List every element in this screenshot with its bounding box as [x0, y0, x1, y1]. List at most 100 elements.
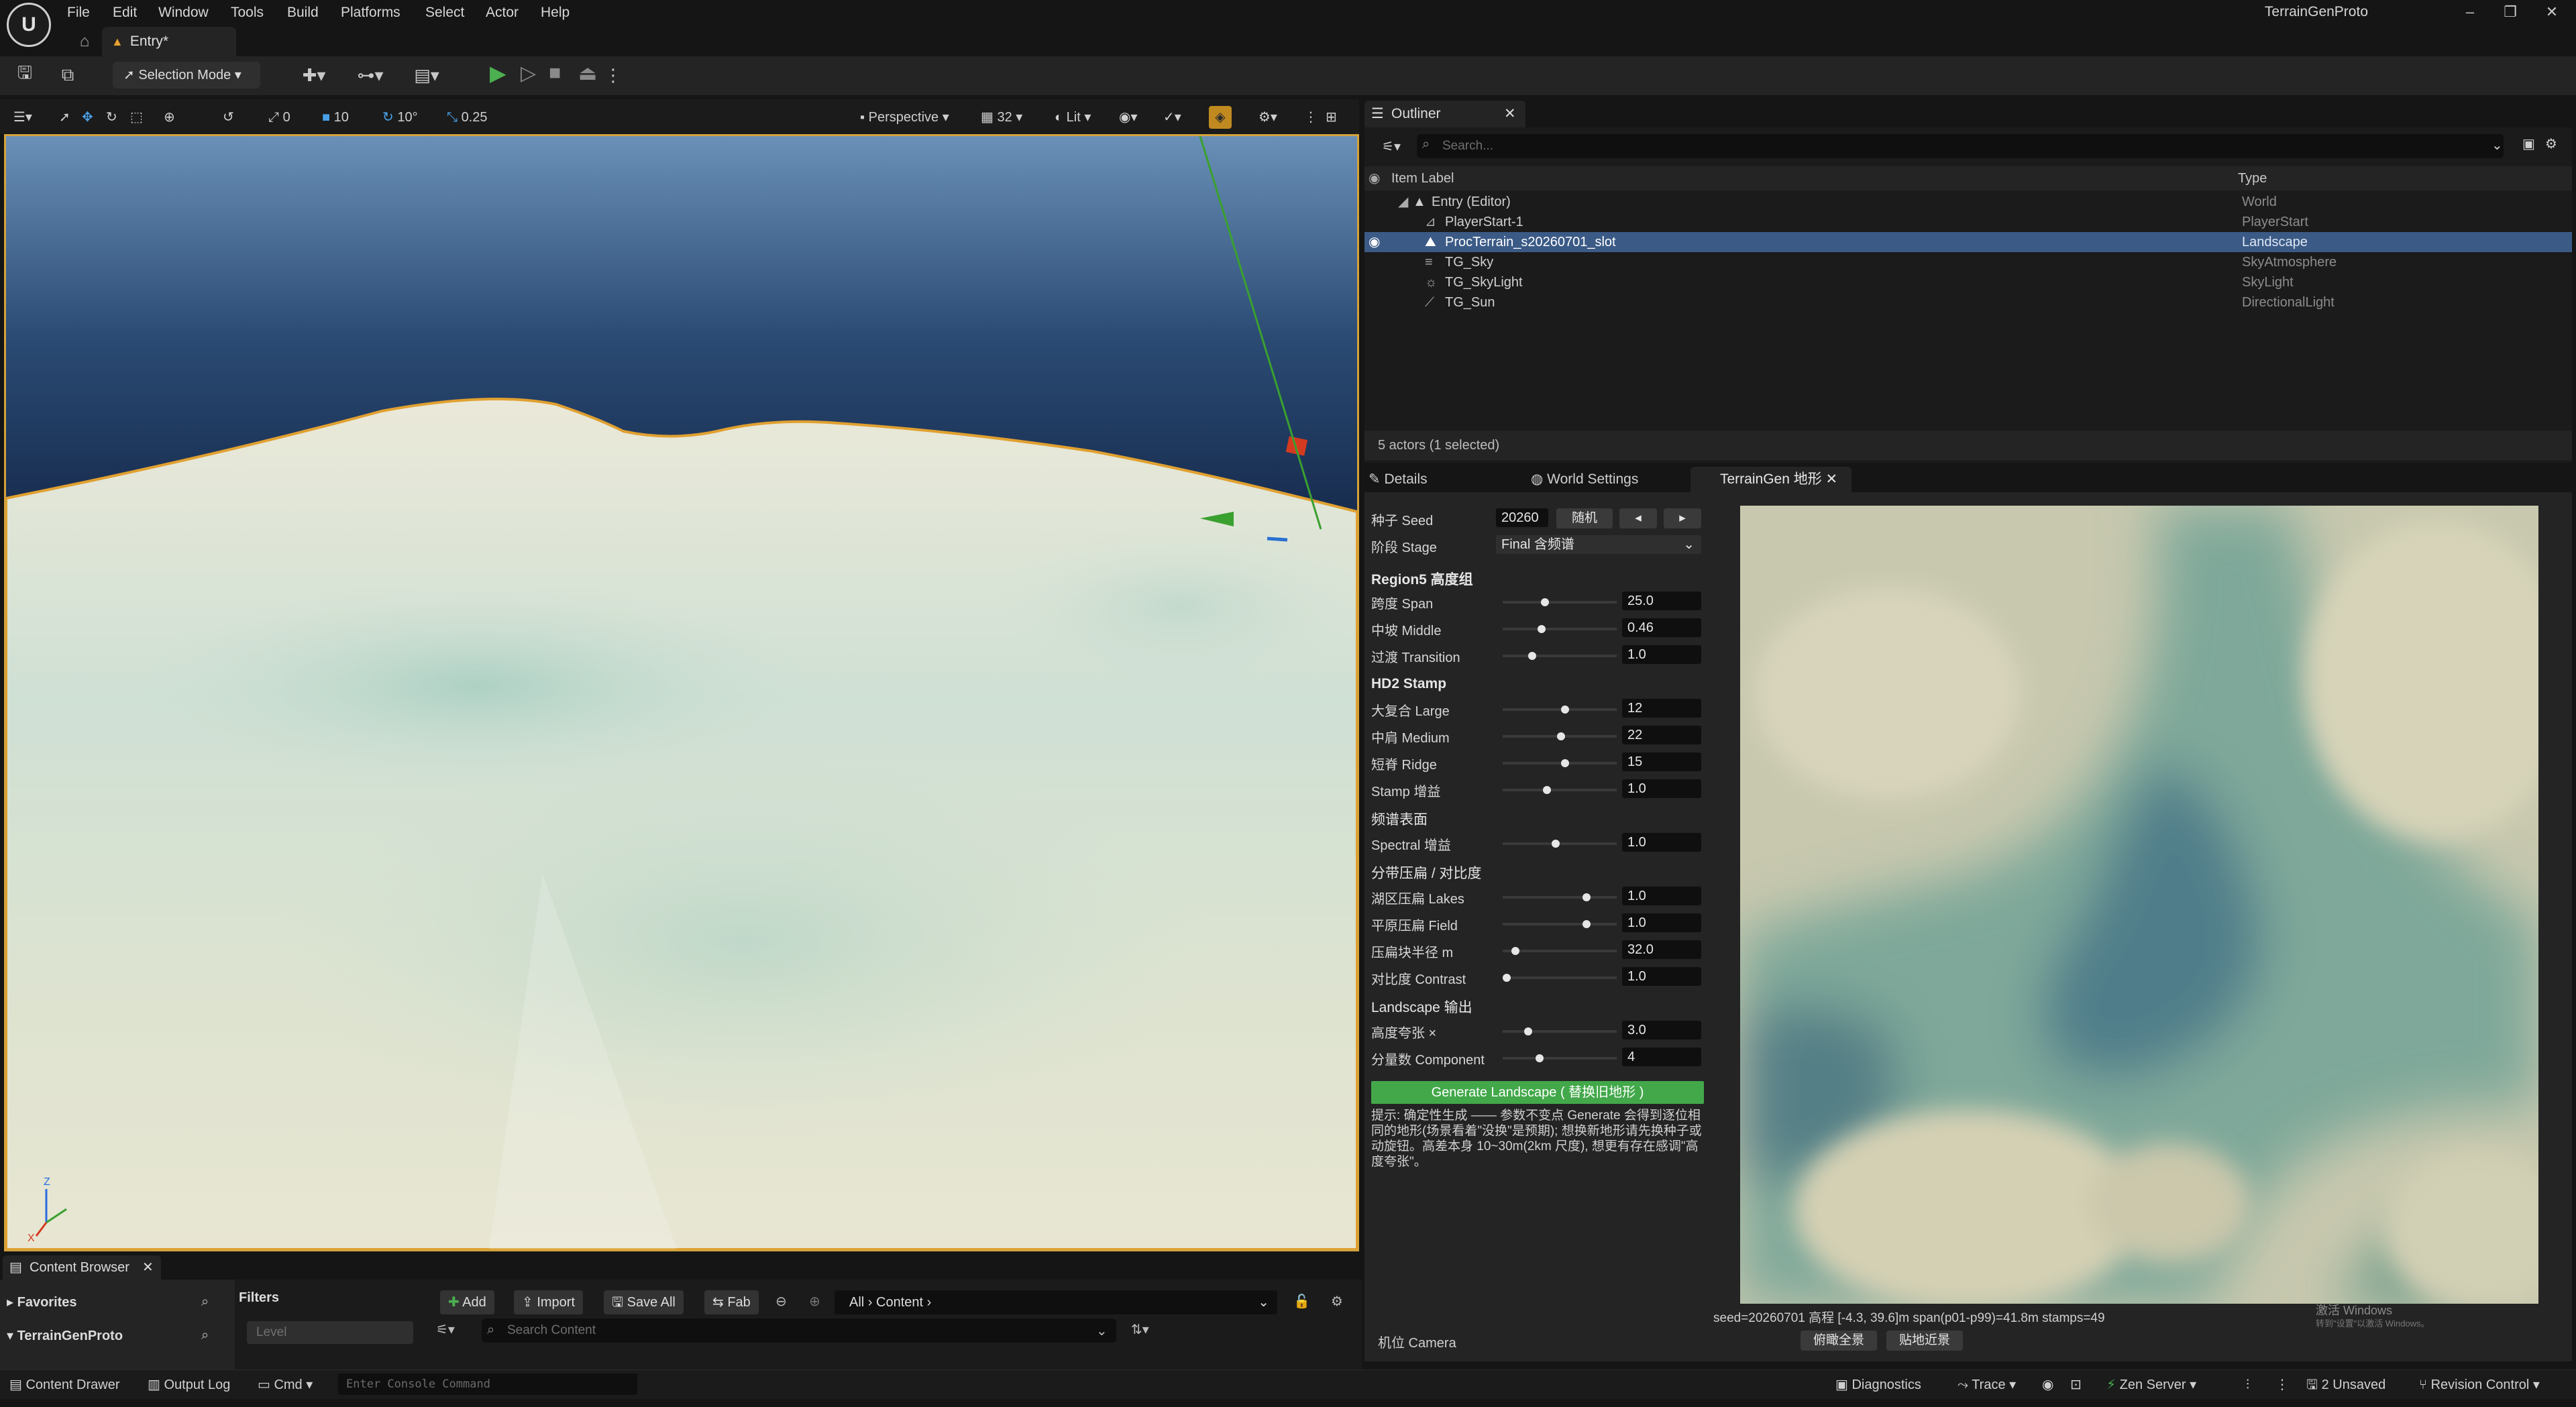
menu-file[interactable]: File — [67, 1, 90, 24]
param-slider-component[interactable] — [1503, 1054, 1617, 1062]
realtime-icon[interactable]: ◈ — [1209, 106, 1232, 129]
menu-actor[interactable]: Actor — [486, 1, 519, 24]
outliner-row[interactable]: ≡ TG_Sky SkyAtmosphere — [1364, 252, 2572, 272]
level-filter-input[interactable]: Level — [247, 1321, 413, 1344]
history-forward-icon[interactable]: ⊕ — [809, 1293, 820, 1310]
close-tab-icon[interactable]: ✕ — [1504, 101, 1516, 127]
slider-knob[interactable] — [1511, 947, 1519, 955]
import-button[interactable]: ⇪ Import — [514, 1290, 584, 1314]
home-icon[interactable]: ⌂ — [72, 30, 97, 54]
viewport-more-icon[interactable]: ⋮ — [1304, 106, 1318, 129]
chevron-down-icon[interactable]: ⌄ — [1096, 1322, 1108, 1339]
surface-snap-icon[interactable]: ↺ — [223, 106, 234, 129]
cmd-dropdown[interactable]: ▭ Cmd ▾ — [258, 1375, 313, 1395]
random-seed-button[interactable]: 随机 — [1556, 508, 1613, 528]
history-back-icon[interactable]: ⊖ — [775, 1293, 787, 1310]
next-seed-button[interactable]: ▸ — [1664, 508, 1701, 528]
menu-edit[interactable]: Edit — [113, 1, 137, 24]
param-slider-field[interactable] — [1503, 920, 1617, 928]
slider-knob[interactable] — [1551, 840, 1560, 848]
viewport-options-icon[interactable]: ☰▾ — [13, 106, 32, 129]
select-tool-icon[interactable]: ➚ — [59, 106, 70, 129]
search-icon[interactable]: ⌕ — [201, 1294, 209, 1310]
unreal-logo-icon[interactable]: U — [7, 3, 51, 47]
zen-server-dropdown[interactable]: ⚡ Zen Server ▾ — [2106, 1375, 2196, 1395]
unsaved-button[interactable]: 🖫 2 Unsaved — [2306, 1375, 2385, 1395]
param-value-contrast[interactable]: 1.0 — [1622, 967, 1701, 986]
param-value-stamp_gain[interactable]: 1.0 — [1622, 779, 1701, 798]
param-value-height_exag[interactable]: 3.0 — [1622, 1021, 1701, 1039]
content-browser-tab[interactable]: ▤ Content Browser ✕ — [3, 1255, 161, 1280]
filter-icon[interactable]: ⚟▾ — [1371, 135, 1411, 157]
tab-terraingen[interactable]: TerrainGen 地形 ✕ — [1690, 467, 1851, 492]
console-command-input[interactable]: Enter Console Command — [338, 1373, 637, 1395]
chevron-down-icon[interactable]: ⌄ — [2491, 137, 2503, 154]
slider-knob[interactable] — [1543, 786, 1552, 794]
step-icon[interactable]: ▷ — [521, 62, 536, 85]
slider-knob[interactable] — [1523, 1027, 1532, 1035]
layout-icon[interactable]: ⊞ — [1326, 106, 1337, 129]
close-window-icon[interactable]: ✕ — [2532, 0, 2572, 24]
search-icon[interactable]: ⌕ — [201, 1328, 209, 1343]
param-value-lakes[interactable]: 1.0 — [1622, 887, 1701, 905]
param-slider-height_exag[interactable] — [1503, 1027, 1617, 1035]
slider-knob[interactable] — [1556, 732, 1565, 740]
menu-tools[interactable]: Tools — [231, 1, 264, 24]
outliner-tab[interactable]: ☰ Outliner ✕ — [1364, 101, 1525, 127]
eye-icon[interactable]: ◉ — [1368, 232, 1380, 252]
outliner-settings-icon[interactable]: ⚙ — [2545, 135, 2557, 152]
param-value-spectral_gain[interactable]: 1.0 — [1622, 833, 1701, 852]
slider-knob[interactable] — [1560, 759, 1569, 767]
level-tab[interactable]: ▲ Entry* — [102, 27, 236, 56]
outliner-row[interactable]: ⟋ TG_Sun DirectionalLight — [1364, 292, 2572, 313]
param-slider-span[interactable] — [1503, 598, 1617, 606]
show-flags-icon[interactable]: ◉▾ — [1119, 106, 1138, 129]
menu-select[interactable]: Select — [425, 1, 464, 24]
grid-snap-toggle[interactable]: ■ 10 — [322, 106, 349, 129]
angle-snap-toggle[interactable]: ↻ 10° — [382, 106, 418, 129]
screenshot-icon[interactable]: ⊡ — [2070, 1375, 2082, 1395]
column-item-label[interactable]: Item Label — [1391, 166, 1454, 190]
perspective-dropdown[interactable]: ▪ Perspective ▾ — [860, 106, 949, 129]
level-viewport[interactable]: Z X — [4, 134, 1359, 1251]
fab-button[interactable]: ⇆ Fab — [704, 1290, 759, 1314]
menu-platforms[interactable]: Platforms — [341, 1, 400, 24]
column-type[interactable]: Type — [2238, 166, 2267, 190]
expand-arrow-icon[interactable]: ◢ — [1398, 192, 1408, 212]
slider-knob[interactable] — [1582, 893, 1591, 901]
world-space-icon[interactable]: ⊕ — [164, 106, 175, 129]
slider-knob[interactable] — [1560, 706, 1569, 714]
param-slider-large[interactable] — [1503, 706, 1617, 714]
view-mode-dropdown[interactable]: ◐ Lit ▾ — [1055, 106, 1091, 129]
param-slider-middle[interactable] — [1503, 625, 1617, 633]
output-log-button[interactable]: ▥ Output Log — [148, 1375, 230, 1395]
param-value-medium[interactable]: 22 — [1622, 726, 1701, 744]
generate-landscape-button[interactable]: Generate Landscape ( 替换旧地形 ) — [1371, 1081, 1704, 1104]
slider-knob[interactable] — [1535, 1054, 1544, 1062]
save-icon[interactable]: 🖫 — [13, 62, 36, 89]
rotate-snap-toggle[interactable]: ⤢ 0 — [268, 106, 290, 129]
performance-icon[interactable]: ✓▾ — [1163, 106, 1181, 129]
selection-mode-dropdown[interactable]: ➚ Selection Mode ▾ — [113, 62, 260, 89]
param-value-radius[interactable]: 32.0 — [1622, 940, 1701, 959]
camera-overview-button[interactable]: 俯瞰全景 — [1801, 1331, 1877, 1351]
settings-gear-icon[interactable]: ⚙▾ — [1258, 106, 1277, 129]
path-all[interactable]: All — [849, 1295, 864, 1310]
favorites-row[interactable]: ▸ Favorites — [7, 1289, 77, 1316]
outliner-row[interactable]: ◢ ▲ Entry (Editor) World — [1364, 192, 2572, 212]
more-options-icon[interactable]: ⋮ — [2275, 1375, 2289, 1395]
stop-icon[interactable]: ■ — [549, 62, 561, 85]
minimize-icon[interactable]: – — [2450, 0, 2490, 24]
tab-world-settings[interactable]: ◍ World Settings — [1531, 467, 1638, 492]
close-tab-icon[interactable]: ✕ — [1822, 471, 1838, 487]
param-slider-lakes[interactable] — [1503, 893, 1617, 901]
menu-build[interactable]: Build — [287, 1, 319, 24]
maximize-icon[interactable]: ❐ — [2490, 0, 2530, 24]
lock-icon[interactable]: 🔓 — [1293, 1293, 1310, 1310]
outliner-row[interactable]: ☼ TG_SkyLight SkyLight — [1364, 272, 2572, 292]
move-tool-icon[interactable]: ✥ — [82, 106, 93, 129]
outliner-row[interactable]: ⊿ PlayerStart-1 PlayerStart — [1364, 212, 2572, 232]
source-control-icon[interactable]: ⫶ — [2246, 1375, 2249, 1395]
content-search-input[interactable]: Search Content — [482, 1318, 1116, 1343]
browse-icon[interactable]: ⧉ — [56, 62, 79, 89]
